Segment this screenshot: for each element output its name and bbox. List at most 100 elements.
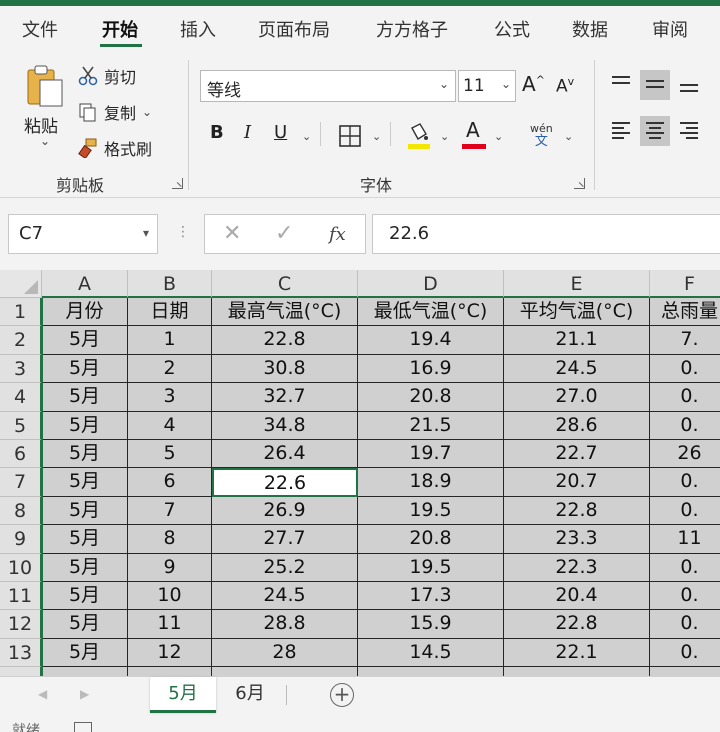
cell[interactable]: 0. [650, 412, 720, 440]
cell[interactable]: 5月 [42, 440, 128, 468]
cell[interactable]: 28.8 [212, 610, 358, 639]
cell[interactable]: 22.8 [504, 497, 650, 525]
cell[interactable]: 最高气温(°C) [212, 298, 358, 326]
cell[interactable]: 21.5 [358, 412, 504, 440]
tab-fangfang[interactable]: 方方格子 [376, 16, 448, 42]
cell[interactable]: 28.6 [504, 412, 650, 440]
cell[interactable]: 14.5 [358, 639, 504, 667]
cell[interactable]: 28 [212, 639, 358, 667]
row-header-3[interactable]: 3 [0, 355, 42, 383]
cell[interactable] [42, 667, 128, 676]
tab-page-layout[interactable]: 页面布局 [258, 16, 330, 42]
cell[interactable]: 26.9 [212, 497, 358, 525]
cell[interactable]: 5月 [42, 525, 128, 554]
align-top-button[interactable] [606, 70, 636, 100]
cell[interactable]: 0. [650, 639, 720, 667]
column-header-c[interactable]: C [212, 270, 358, 298]
row-header-9[interactable]: 9 [0, 525, 42, 554]
cell[interactable]: 27.7 [212, 525, 358, 554]
sheet-tab-may[interactable]: 5月 [150, 677, 216, 713]
cell[interactable]: 总雨量 [650, 298, 720, 326]
cell[interactable]: 6 [128, 468, 212, 497]
cell[interactable] [128, 667, 212, 676]
cell[interactable]: 19.7 [358, 440, 504, 468]
clipboard-launcher-icon[interactable] [172, 178, 183, 189]
phonetic-dropdown-icon[interactable]: ⌄ [564, 130, 573, 143]
paste-icon[interactable] [26, 64, 64, 108]
row-header-14[interactable] [0, 667, 42, 676]
cell[interactable] [504, 667, 650, 676]
cell[interactable]: 4 [128, 412, 212, 440]
confirm-icon[interactable]: ✓ [275, 221, 293, 246]
font-size-select[interactable]: 11 ⌄ [458, 70, 516, 102]
cell[interactable]: 5月 [42, 610, 128, 639]
cell[interactable]: 22.3 [504, 554, 650, 582]
column-header-b[interactable]: B [128, 270, 212, 298]
paste-dropdown-icon[interactable]: ⌄ [40, 134, 50, 148]
cell[interactable]: 23.3 [504, 525, 650, 554]
increase-font-size-icon[interactable]: A^ [522, 72, 545, 96]
cell[interactable]: 0. [650, 355, 720, 383]
cell[interactable]: 27.0 [504, 383, 650, 412]
row-header-1[interactable]: 1 [0, 298, 42, 326]
fill-color-icon[interactable] [406, 122, 432, 150]
cell[interactable]: 1 [128, 326, 212, 355]
cell[interactable]: 16.9 [358, 355, 504, 383]
cell[interactable]: 5月 [42, 468, 128, 497]
cell[interactable]: 25.2 [212, 554, 358, 582]
formula-input[interactable]: 22.6 [372, 214, 720, 254]
cell[interactable]: 22.8 [212, 326, 358, 355]
fill-color-dropdown-icon[interactable]: ⌄ [440, 130, 449, 143]
cell[interactable]: 22.7 [504, 440, 650, 468]
column-header-a[interactable]: A [42, 270, 128, 298]
select-all-button[interactable] [0, 270, 42, 298]
cell[interactable]: 19.5 [358, 497, 504, 525]
cell[interactable]: 9 [128, 554, 212, 582]
cell[interactable]: 20.8 [358, 525, 504, 554]
cell[interactable]: 5月 [42, 639, 128, 667]
align-bottom-button[interactable] [674, 70, 704, 100]
tab-data[interactable]: 数据 [572, 16, 608, 42]
cell[interactable]: 5 [128, 440, 212, 468]
active-cell[interactable]: 22.6 [212, 468, 358, 497]
cell[interactable]: 0. [650, 468, 720, 497]
cell[interactable]: 5月 [42, 582, 128, 610]
row-header-4[interactable]: 4 [0, 383, 42, 412]
cell[interactable]: 24.5 [504, 355, 650, 383]
cell[interactable]: 2 [128, 355, 212, 383]
prev-sheet-icon[interactable]: ◀ [38, 687, 47, 701]
row-header-11[interactable]: 11 [0, 582, 42, 610]
italic-button[interactable]: I [244, 122, 251, 152]
cell[interactable]: 20.4 [504, 582, 650, 610]
cell[interactable]: 最低气温(°C) [358, 298, 504, 326]
cell[interactable]: 20.8 [358, 383, 504, 412]
borders-dropdown-icon[interactable]: ⌄ [372, 130, 381, 143]
cell[interactable]: 11 [650, 525, 720, 554]
cell[interactable]: 5月 [42, 355, 128, 383]
borders-icon[interactable] [338, 124, 362, 148]
align-right-button[interactable] [674, 116, 704, 146]
cell[interactable]: 0. [650, 582, 720, 610]
cell[interactable]: 34.8 [212, 412, 358, 440]
copy-button[interactable]: 复制 ⌄ [78, 100, 152, 124]
cell[interactable]: 5月 [42, 383, 128, 412]
cell[interactable]: 26.4 [212, 440, 358, 468]
cell[interactable]: 11 [128, 610, 212, 639]
column-header-e[interactable]: E [504, 270, 650, 298]
add-sheet-icon[interactable]: + [330, 683, 354, 707]
cell[interactable]: 30.8 [212, 355, 358, 383]
cell[interactable] [358, 667, 504, 676]
row-header-8[interactable]: 8 [0, 497, 42, 525]
cell[interactable]: 3 [128, 383, 212, 412]
format-painter-button[interactable]: 格式刷 [78, 136, 152, 160]
cell[interactable]: 15.9 [358, 610, 504, 639]
tab-insert[interactable]: 插入 [180, 16, 216, 42]
align-middle-button[interactable] [640, 70, 670, 100]
font-color-dropdown-icon[interactable]: ⌄ [494, 130, 503, 143]
cell[interactable]: 22.1 [504, 639, 650, 667]
align-left-button[interactable] [606, 116, 636, 146]
cell[interactable]: 19.5 [358, 554, 504, 582]
bold-button[interactable]: B [210, 122, 224, 152]
cell[interactable]: 7. [650, 326, 720, 355]
cell[interactable]: 5月 [42, 326, 128, 355]
